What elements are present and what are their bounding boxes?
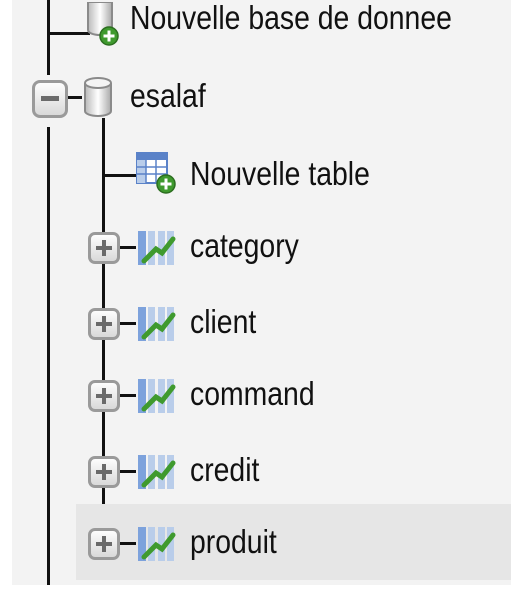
tree-item-label: produit [190,523,277,560]
minus-icon [41,96,59,101]
tree-line-branch [120,394,136,397]
collapse-toggle[interactable] [32,80,68,118]
expand-toggle[interactable] [88,456,120,488]
tree-item-table-client[interactable]: client [12,292,511,354]
expand-toggle[interactable] [88,308,120,340]
tree-item-label: esalaf [130,77,206,114]
table-icon [138,231,176,265]
expand-toggle[interactable] [88,380,120,412]
table-icon [138,307,176,341]
table-icon [138,379,176,413]
tree-line-branch [120,542,136,545]
tree-item-table-category[interactable]: category [12,216,511,278]
tree-item-label: Nouvelle table [190,155,370,192]
tree-line-branch [120,322,136,325]
table-icon [138,455,176,489]
tree-item-table-credit[interactable]: credit [12,440,511,502]
tree-item-table-produit[interactable]: produit [76,504,511,580]
tree-item-label: Nouvelle base de donnee [130,0,452,36]
tree-item-label: credit [190,451,260,488]
database-icon [84,77,112,117]
tree-item-label: client [190,303,257,340]
table-icon [138,527,176,561]
tree-item-database-esalaf[interactable]: esalaf [12,68,511,130]
navigation-tree: Nouvelle base de donnee esalaf Nouvelle … [12,0,511,585]
database-add-icon [87,2,119,46]
tree-item-label: category [190,227,299,264]
table-add-icon [136,152,176,194]
tree-item-new-database[interactable]: Nouvelle base de donnee [12,0,511,62]
tree-item-table-command[interactable]: command [12,364,511,426]
tree-item-label: command [190,375,315,412]
tree-line-branch [120,470,136,473]
expand-toggle[interactable] [88,528,120,560]
tree-item-new-table[interactable]: Nouvelle table [12,144,511,206]
tree-line-branch [120,246,136,249]
expand-toggle[interactable] [88,232,120,264]
